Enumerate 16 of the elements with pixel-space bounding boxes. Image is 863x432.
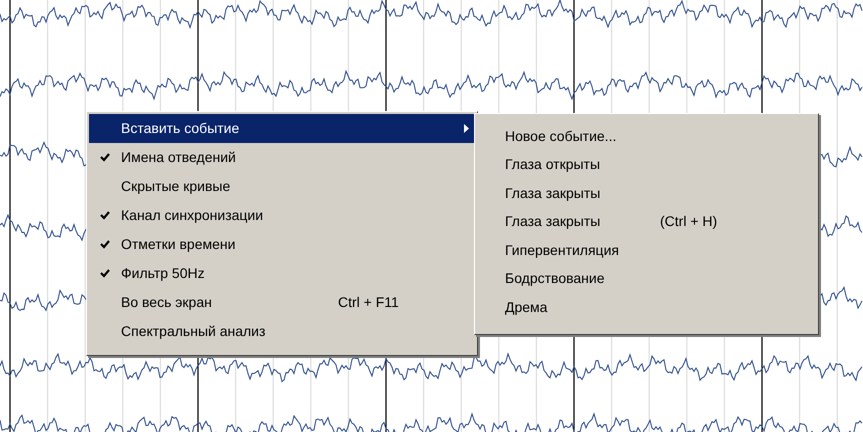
menu-item[interactable]: Имена отведений — [89, 143, 475, 172]
menu-item[interactable]: Гипервентиляция — [475, 236, 818, 264]
menu-item[interactable]: Вставить событие — [89, 114, 475, 143]
menu-item[interactable]: Фильтр 50Hz — [89, 259, 475, 288]
menu-item[interactable]: Во весь экран Ctrl + F11 — [89, 288, 475, 317]
menu-item[interactable]: Канал синхронизации — [89, 201, 475, 230]
menu-item[interactable]: Бодрствование — [475, 264, 818, 293]
menu-item[interactable]: Дрема — [475, 293, 818, 322]
menu-item[interactable]: Отметки времени — [89, 230, 475, 259]
submenu-arrow-icon — [464, 124, 469, 133]
menu-item[interactable]: Глаза открыты — [475, 150, 818, 179]
menu-item[interactable]: Скрытые кривые — [89, 172, 475, 201]
menu-item[interactable]: Спектральный анализ — [89, 317, 475, 346]
menu-item[interactable]: Глаза закрыты — [475, 179, 818, 208]
menu-item[interactable]: Глаза закрыты (Ctrl + H) — [475, 208, 818, 236]
menu-item[interactable]: Новое событие... — [475, 122, 818, 150]
